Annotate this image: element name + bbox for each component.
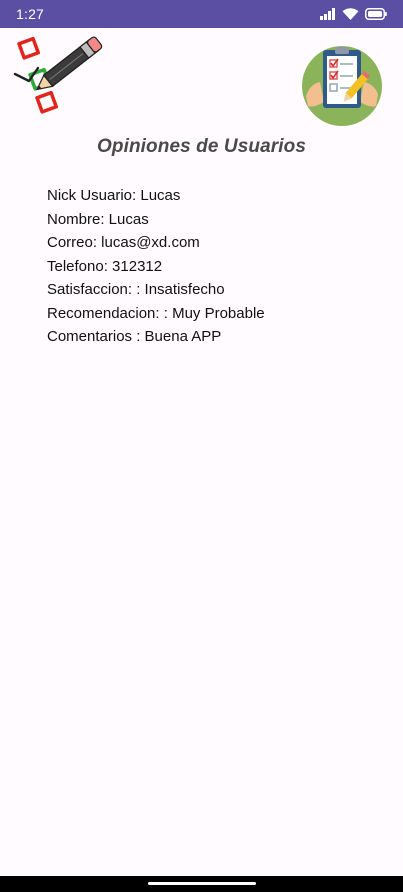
home-handle[interactable] [148, 882, 256, 885]
phone-label: Telefono: 312312 [47, 257, 163, 275]
clipboard-survey-icon [302, 44, 384, 128]
status-icons [320, 8, 387, 20]
page-title: Opiniones de Usuarios [96, 136, 307, 157]
satisfaction-label: Satisfaccion: : Insatisfecho [47, 281, 225, 298]
nick-label: Nick Usuario: Lucas [47, 187, 181, 204]
recommendation-label: Recomendacion: : Muy Probable [47, 304, 265, 322]
name-label: Nombre: Lucas [47, 210, 149, 228]
status-time: 1:27 [16, 6, 45, 22]
status-bar: 1:27 [0, 0, 403, 28]
user-details: Nick Usuario: Lucas Nombre: Lucas Correo… [47, 186, 387, 351]
navigation-bar [0, 876, 403, 892]
email-label: Correo: lucas@xd.com [47, 234, 200, 251]
battery-icon [365, 8, 387, 20]
signal-icon [320, 8, 336, 20]
checklist-pencil-icon [12, 34, 112, 126]
wifi-icon [342, 8, 359, 20]
comments-label: Comentarios : Buena APP [47, 328, 222, 345]
